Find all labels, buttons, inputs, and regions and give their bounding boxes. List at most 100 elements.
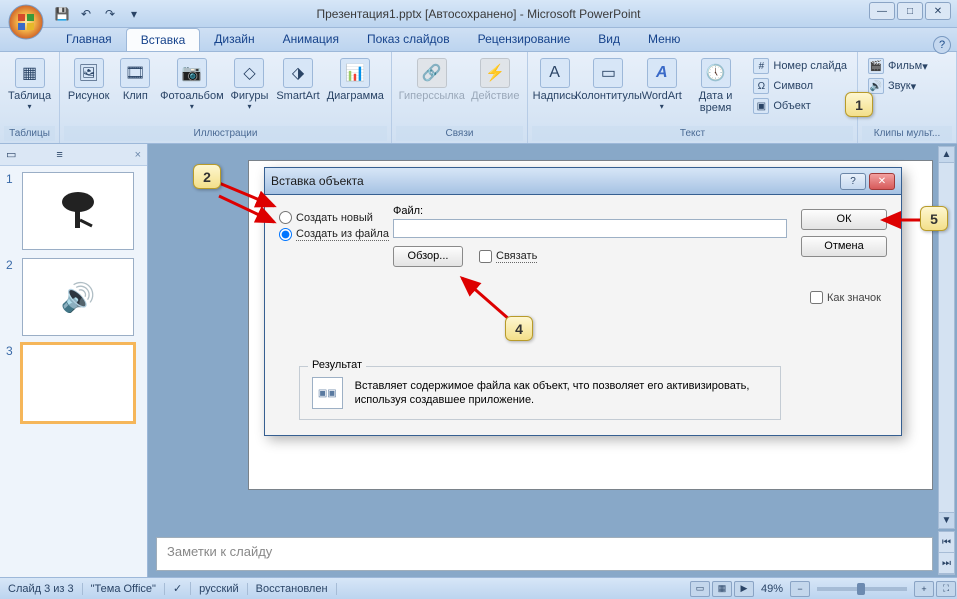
minimize-button[interactable]: — [869, 2, 895, 20]
as-icon-checkbox[interactable]: Как значок [810, 291, 881, 304]
scroll-down-icon[interactable]: ▼ [939, 512, 954, 528]
view-slideshow-icon[interactable]: ▶ [734, 581, 754, 597]
hyperlink-icon: 🔗 [417, 58, 447, 88]
save-icon[interactable]: 💾 [52, 4, 72, 24]
shapes-icon: ◇ [234, 58, 264, 88]
speaker-icon: 🔊 [868, 78, 884, 94]
group-tables: Таблицы [4, 126, 55, 141]
wordart-icon: A [647, 58, 677, 88]
slide-thumb-2[interactable]: 🔊 [22, 258, 134, 336]
result-label: Результат [308, 359, 366, 371]
close-panel-icon[interactable]: × [135, 149, 141, 161]
symbol-button[interactable]: ΩСимвол [751, 76, 849, 96]
tab-insert[interactable]: Вставка [126, 28, 201, 51]
notes-pane[interactable]: Заметки к слайду [156, 537, 933, 571]
title-bar: 💾 ↶ ↷ ▾ Презентация1.pptx [Автосохранено… [0, 0, 957, 28]
photoalbum-icon: 📷 [177, 58, 207, 88]
clip-icon: 🎞 [120, 58, 150, 88]
slide-num-2: 2 [6, 258, 16, 336]
tab-slideshow[interactable]: Показ слайдов [353, 28, 464, 51]
view-normal-icon[interactable]: ▭ [690, 581, 710, 597]
scroll-up-icon[interactable]: ▲ [939, 147, 954, 163]
table-button[interactable]: ▦Таблица▾ [4, 54, 55, 115]
status-theme: "Тема Office" [83, 583, 165, 595]
quick-access-toolbar: 💾 ↶ ↷ ▾ [52, 0, 144, 27]
browse-button[interactable]: Обзор... [393, 246, 463, 267]
slide-number-button[interactable]: #Номер слайда [751, 56, 849, 76]
radio-create-from-file[interactable]: Создать из файла [279, 228, 379, 241]
qat-dropdown-icon[interactable]: ▾ [124, 4, 144, 24]
slide-thumb-3[interactable] [22, 344, 134, 422]
status-spellcheck-icon[interactable]: ✓ [165, 582, 191, 595]
tab-review[interactable]: Рецензирование [464, 28, 585, 51]
slides-tab-icon[interactable]: ▭ [6, 148, 16, 161]
result-text: Вставляет содержимое файла как объект, ч… [355, 379, 768, 407]
zoom-in-icon[interactable]: + [914, 581, 934, 597]
tab-menu[interactable]: Меню [634, 28, 694, 51]
slide-thumb-1[interactable] [22, 172, 134, 250]
undo-icon[interactable]: ↶ [76, 4, 96, 24]
status-lang[interactable]: русский [191, 583, 247, 595]
next-slide-icon[interactable]: ⏭ [939, 553, 954, 574]
office-button[interactable] [6, 2, 46, 42]
action-button: ⚡Действие [468, 54, 523, 106]
insert-object-dialog: Вставка объекта ? ✕ Создать новый Создат… [264, 168, 902, 436]
table-icon: ▦ [15, 58, 45, 88]
zoom-level[interactable]: 49% [755, 583, 789, 595]
callout-5: 5 [920, 206, 948, 231]
slide-num-3: 3 [6, 344, 16, 422]
tab-animation[interactable]: Анимация [269, 28, 353, 51]
outline-tab-icon[interactable]: ≡ [56, 149, 62, 161]
slide-num-1: 1 [6, 172, 16, 250]
picture-button[interactable]: 🖼Рисунок [64, 54, 113, 106]
textbox-button[interactable]: AНадпись [532, 54, 577, 106]
wordart-button[interactable]: AWordArt▾ [640, 54, 684, 115]
redo-icon[interactable]: ↷ [100, 4, 120, 24]
status-bar: Слайд 3 из 3 "Тема Office" ✓ русский Вос… [0, 577, 957, 599]
tab-design[interactable]: Дизайн [200, 28, 268, 51]
shapes-button[interactable]: ◇Фигуры▾ [226, 54, 272, 115]
datetime-button[interactable]: 🕔Дата и время [684, 54, 748, 118]
dialog-title: Вставка объекта [271, 174, 364, 188]
ribbon: ▦Таблица▾ Таблицы 🖼Рисунок 🎞Клип 📷Фотоал… [0, 52, 957, 144]
tab-home[interactable]: Главная [52, 28, 126, 51]
dialog-close-button[interactable]: ✕ [869, 173, 895, 190]
photoalbum-button[interactable]: 📷Фотоальбом▾ [157, 54, 226, 115]
close-button[interactable]: ✕ [925, 2, 951, 20]
action-icon: ⚡ [480, 58, 510, 88]
link-checkbox[interactable]: Связать [479, 250, 537, 263]
zoom-out-icon[interactable]: − [790, 581, 810, 597]
sound-button[interactable]: 🔊Звук ▾ [866, 76, 930, 96]
film-icon: 🎬 [868, 58, 884, 74]
group-links: Связи [396, 126, 523, 141]
headerfooter-button[interactable]: ▭Колонтитулы [577, 54, 640, 106]
callout-4: 4 [505, 316, 533, 341]
object-button[interactable]: ▣Объект [751, 96, 849, 116]
dialog-help-button[interactable]: ? [840, 173, 866, 190]
clip-button[interactable]: 🎞Клип [113, 54, 157, 106]
file-input[interactable] [393, 219, 787, 238]
smartart-button[interactable]: ⬗SmartArt [273, 54, 324, 106]
object-icon: ▣ [753, 98, 769, 114]
chart-icon: 📊 [340, 58, 370, 88]
status-slide: Слайд 3 из 3 [0, 583, 83, 595]
hash-icon: # [753, 58, 769, 74]
zoom-slider[interactable] [817, 587, 907, 591]
picture-icon: 🖼 [74, 58, 104, 88]
radio-create-new[interactable]: Создать новый [279, 211, 379, 224]
file-label: Файл: [393, 205, 787, 217]
fit-to-window-icon[interactable]: ⛶ [936, 581, 956, 597]
prev-slide-icon[interactable]: ⏮ [939, 532, 954, 553]
help-button[interactable]: ? [933, 36, 951, 54]
chart-button[interactable]: 📊Диаграмма [324, 54, 387, 106]
movie-button[interactable]: 🎬Фильм ▾ [866, 56, 930, 76]
headerfooter-icon: ▭ [593, 58, 623, 88]
tab-view[interactable]: Вид [584, 28, 634, 51]
view-sorter-icon[interactable]: ▦ [712, 581, 732, 597]
slides-panel: ▭ ≡ × 1 2🔊 3 [0, 144, 148, 577]
group-text: Текст [532, 126, 853, 141]
cancel-button[interactable]: Отмена [801, 236, 887, 257]
scrollbar-vertical[interactable]: ▲▼ [938, 146, 955, 529]
maximize-button[interactable]: □ [897, 2, 923, 20]
omega-icon: Ω [753, 78, 769, 94]
